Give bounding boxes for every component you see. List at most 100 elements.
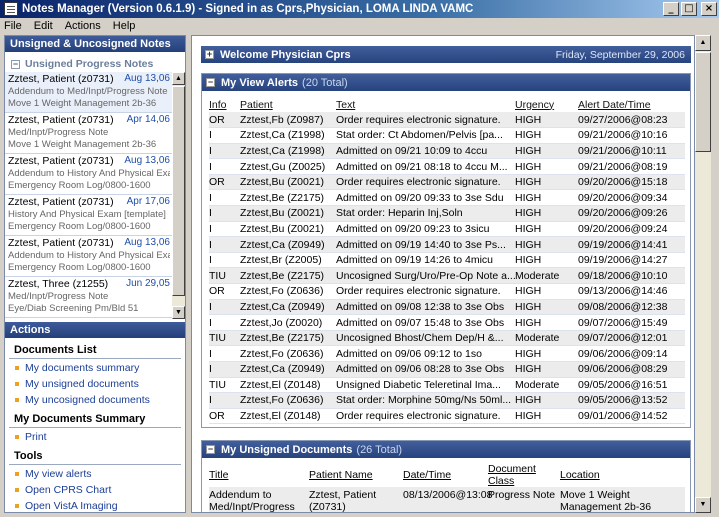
table-row[interactable]: TIU Zztest,Be (Z2175) Uncosigned Bhost/Che… [209,330,685,347]
menu-edit[interactable]: Edit [34,20,53,32]
table-row[interactable]: OR Zztest,Bu (Z0021) Order requires electr… [209,174,685,191]
menu-help[interactable]: Help [113,20,136,32]
table-cell: I [209,236,240,253]
note-title: Addendum to History And Physical Exam [t… [8,168,170,179]
scroll-down-arrow-icon[interactable]: ▼ [172,306,185,319]
bullet-icon [15,366,19,370]
app-icon [4,2,18,16]
column-header[interactable]: Alert Date/Time [578,97,685,112]
table-cell: Admitted on 09/07 15:48 to 3se Obs [336,314,515,331]
collapse-icon[interactable]: − [11,59,20,69]
table-cell: I [209,299,240,316]
main-scrollbar[interactable]: ▲ ▼ [695,35,711,513]
table-row[interactable]: I Zztest,Be (Z2175) Admitted on 09/20 09:3… [209,189,685,207]
table-row[interactable]: I Zztest,Ca (Z0949) Admitted on 09/19 14:4… [209,236,685,253]
table-row[interactable]: I Zztest,Fo (Z0636) Admitted on 09/06 09:1… [209,345,685,362]
action-link[interactable]: My documents summary [5,359,185,375]
table-cell: Uncosigned Surg/Uro/Pre-Op Note a... [336,267,515,285]
table-row[interactable]: I Zztest,Fo (Z0636) Stat order: Morphine 5… [209,392,685,409]
table-row[interactable]: I Zztest,Jo (Z0020) Admitted on 09/07 15:4… [209,314,685,331]
action-link[interactable]: My uncosigned documents [5,391,185,407]
action-link-label: My view alerts [25,468,92,480]
table-row[interactable]: Addendum to Med/Inpt/Progress NoteZztest… [209,487,685,512]
table-cell: 09/20/2006@09:24 [578,221,685,238]
table-row[interactable]: I Zztest,Bu (Z0021) Stat order: Heparin In… [209,205,685,222]
table-cell: HIGH [515,345,578,362]
action-link[interactable]: My unsigned documents [5,375,185,391]
list-item[interactable]: Zztest, Patient (z0731) Aug 13,06 Addendum… [5,154,173,195]
list-item[interactable]: Zztest, Patient (z0731) Aug 13,06 Addendum… [5,72,173,113]
list-item[interactable]: Zztest, Three (z1255) Jun 29,05 Med/Inpt/P… [5,277,173,318]
table-row[interactable]: I Zztest,Br (Z2005) Admitted on 09/19 14:2… [209,252,685,269]
action-link[interactable]: Print [5,428,185,444]
scroll-thumb[interactable] [172,86,185,296]
action-link[interactable]: Open VistA session [5,513,185,517]
scroll-thumb[interactable] [695,52,711,152]
note-date: Apr 14,06 [126,114,170,125]
scroll-down-arrow-icon[interactable]: ▼ [695,497,711,513]
table-cell: I [209,127,240,144]
column-header[interactable]: Date/Time [403,463,488,487]
table-row[interactable]: I Zztest,Ca (Z1998) Stat order: Ct Abdomen… [209,127,685,144]
minimize-button[interactable]: _ [663,2,679,16]
column-header[interactable]: Text [336,97,515,112]
column-header[interactable]: Info [209,97,240,112]
unsigned-docs-section: − My Unsigned Documents (26 Total) Title… [201,440,691,512]
action-link[interactable]: Open CPRS Chart [5,481,185,497]
collapse-icon[interactable]: − [206,445,215,454]
column-header[interactable]: Location [560,463,685,487]
close-button[interactable]: × [701,2,717,16]
unsigned-docs-table: Title Patient Name Date/Time Document Class… [209,463,685,512]
column-header[interactable]: Document Class [488,463,560,487]
action-link[interactable]: My view alerts [5,465,185,481]
menu-file[interactable]: File [4,20,22,32]
table-cell: Stat order: Ct Abdomen/Pelvis [pa... [336,127,515,144]
table-row[interactable]: I Zztest,Bu (Z0021) Admitted on 09/20 09:2… [209,221,685,238]
scroll-up-arrow-icon[interactable]: ▲ [172,72,185,85]
collapse-icon[interactable]: − [206,78,215,87]
table-row[interactable]: TIU Zztest,Be (Z2175) Uncosigned Surg/Uro/… [209,267,685,285]
progress-notes-subheader[interactable]: − Unsigned Progress Notes [5,56,185,72]
bullet-icon [15,488,19,492]
scroll-up-arrow-icon[interactable]: ▲ [695,35,711,51]
table-cell: Admitted on 09/20 09:33 to 3se Sdu [336,189,515,207]
column-header[interactable]: Title [209,463,309,487]
list-item[interactable]: Zztest, Patient (z0731) Apr 14,06 Med/Inpt… [5,113,173,154]
table-row[interactable]: I Zztest,Ca (Z1998) Admitted on 09/21 10:0… [209,143,685,160]
notes-panel-header: Unsigned & Uncosigned Notes [5,36,185,52]
action-link[interactable]: Open VistA Imaging [5,497,185,513]
table-cell: OR [209,112,240,129]
table-cell: Admitted on 09/21 10:09 to 4ccu [336,143,515,160]
notes-scrollbar[interactable]: ▲ ▼ [172,72,185,319]
table-row[interactable]: I Zztest,Ca (Z0949) Admitted on 09/08 12:3… [209,299,685,316]
list-item[interactable]: Zztest, Patient (z0731) Apr 17,06 History … [5,195,173,236]
table-row[interactable]: I Zztest,Gu (Z0025) Admitted on 09/21 08:1… [209,158,685,175]
table-cell: HIGH [515,283,578,300]
note-title: Med/Inpt/Progress Note [8,291,109,302]
list-item[interactable]: Zztest, Patient (z0731) Aug 13,06 Addendum… [5,236,173,277]
table-row[interactable]: OR Zztest,Fb (Z0987) Order requires electr… [209,112,685,129]
table-row[interactable]: OR Zztest,Fo (Z0636) Order requires electr… [209,283,685,300]
table-row[interactable]: OR Zztest,El (Z0148) Order requires electr… [209,408,685,425]
subheader-label: Unsigned Progress Notes [25,58,154,70]
list-item[interactable]: Zztest, Four (z0636)Mar 22,05Pre-Op Not … [5,318,173,319]
table-cell: 09/01/2006@14:52 [578,408,685,425]
table-cell: 09/20/2006@15:18 [578,174,685,191]
table-cell: I [209,361,240,378]
menu-actions[interactable]: Actions [65,20,101,32]
note-date: Aug 13,06 [124,155,170,166]
table-cell: Zztest,El (Z0148) [240,377,336,394]
column-header[interactable]: Urgency [515,97,578,112]
table-cell: Zztest,Fo (Z0636) [240,345,336,362]
table-cell: 09/18/2006@10:10 [578,267,685,285]
maximize-button[interactable]: □ [681,2,697,16]
table-cell: 09/21/2006@10:16 [578,127,685,144]
table-row[interactable]: TIU Zztest,El (Z0148) Unsigned Diabetic Te… [209,377,685,394]
table-cell: Move 1 Weight Management 2b-36 [560,487,685,512]
expand-icon[interactable]: + [205,50,214,59]
table-cell: Zztest,Ca (Z0949) [240,299,336,316]
table-row[interactable]: I Zztest,Ca (Z0949) Admitted on 09/06 08:2… [209,361,685,378]
table-cell: 09/07/2006@12:01 [578,330,685,347]
column-header[interactable]: Patient [240,97,336,112]
column-header[interactable]: Patient Name [309,463,403,487]
